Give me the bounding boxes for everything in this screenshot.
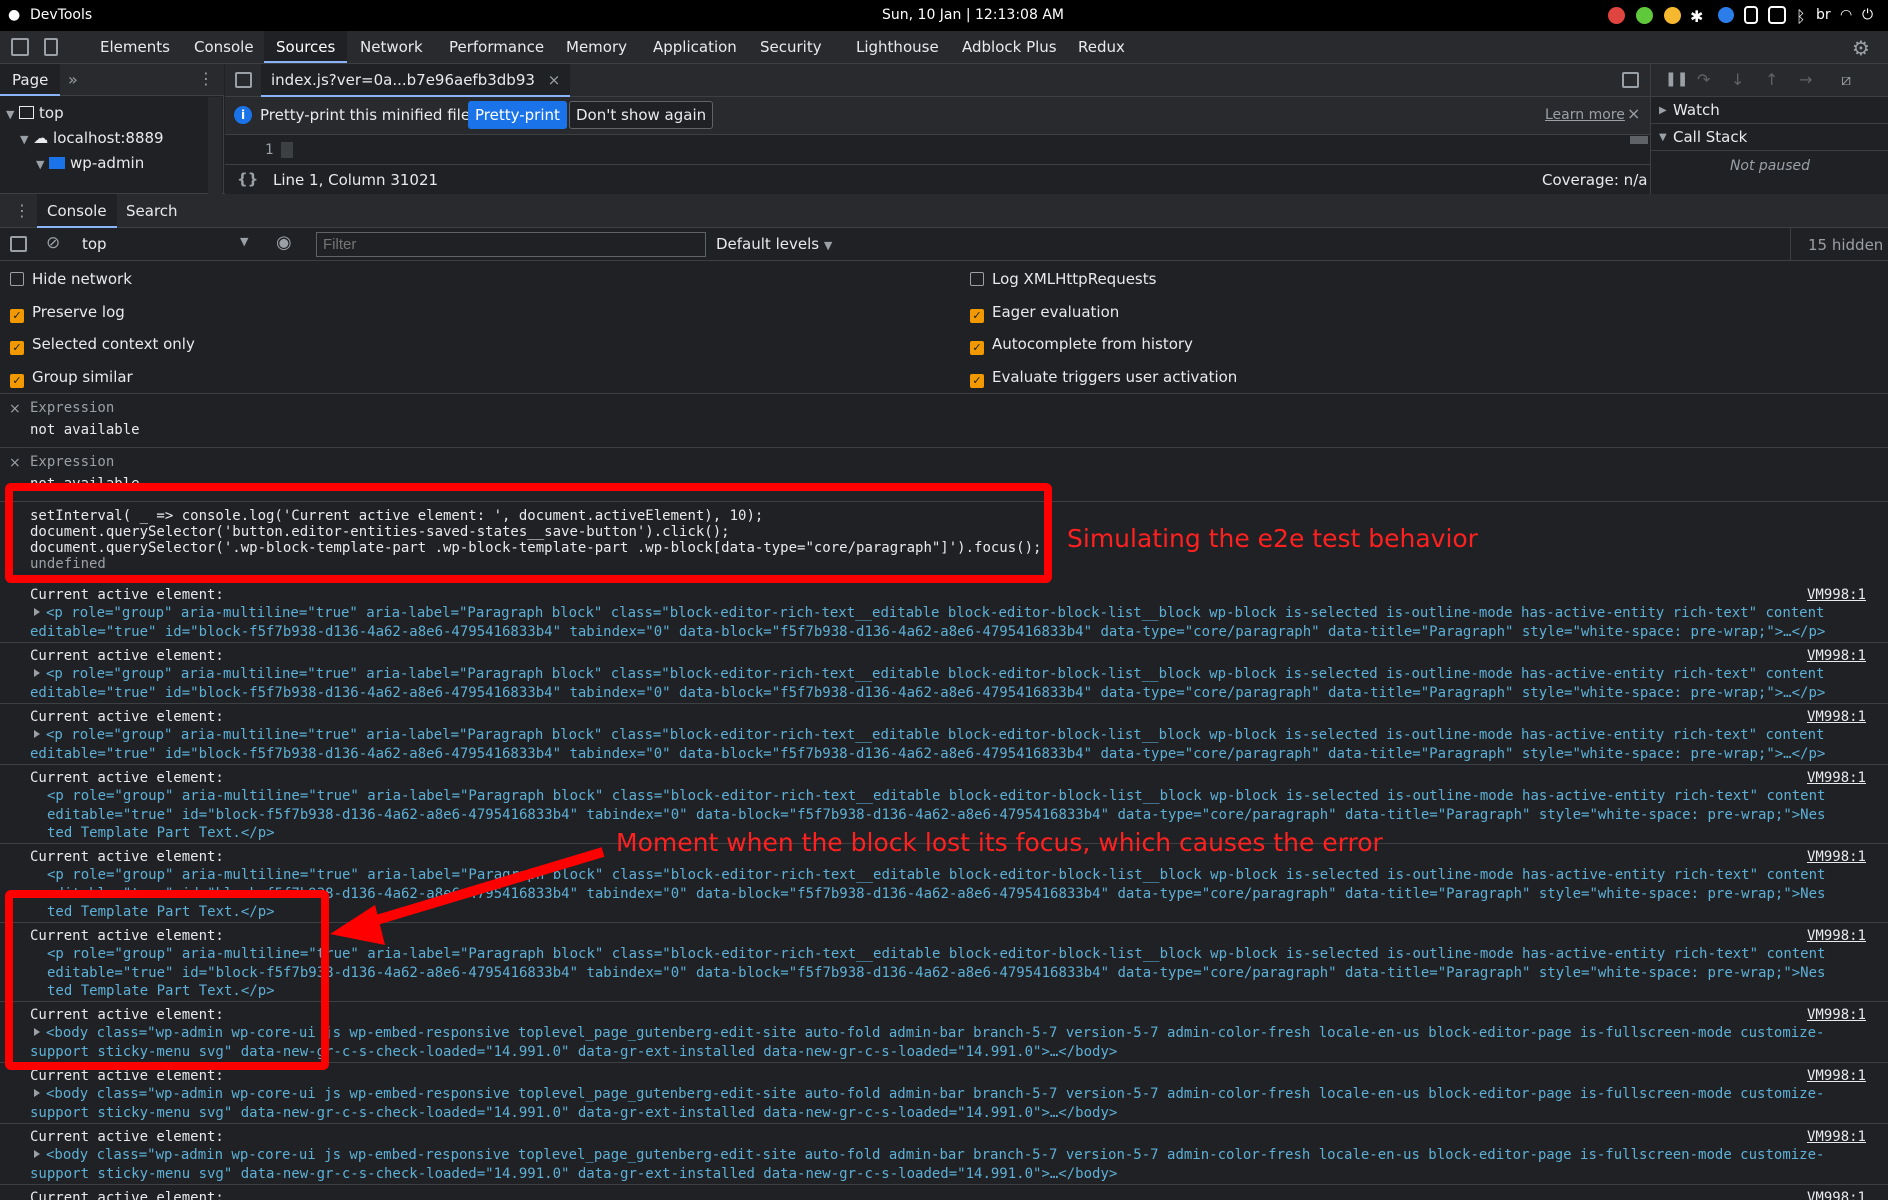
arrow-shaft xyxy=(358,847,605,930)
devtools-window: ● DevTools Sun, 10 Jan | 12:13:08 AM ✱ ᛒ… xyxy=(0,0,1888,1200)
annotation-arrow xyxy=(330,847,605,945)
arrow-head xyxy=(330,905,385,945)
